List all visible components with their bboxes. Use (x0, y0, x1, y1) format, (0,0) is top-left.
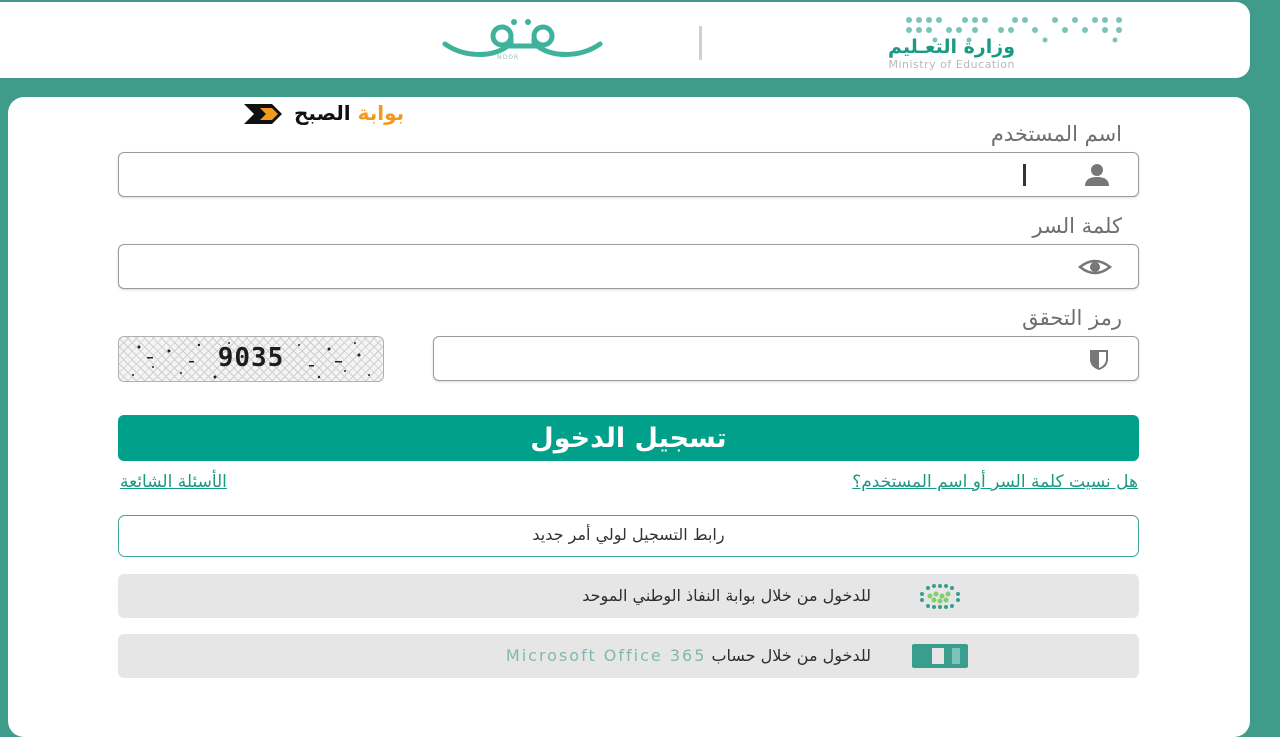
captcha-image: 9035 (118, 336, 384, 382)
header-bar: NOOR وزارة التعـليم Ministry of Educatio… (0, 2, 1250, 78)
office365-login-product: Microsoft Office 365 (505, 646, 707, 665)
office365-login-label: للدخول من خلال حساب Microsoft Office 365 (506, 634, 871, 678)
shield-icon (1090, 350, 1108, 370)
captcha-input[interactable] (444, 343, 1058, 375)
office365-login-prefix: للدخول من خلال حساب (711, 646, 871, 665)
watermark-logo: بوابة الصبح (242, 100, 532, 128)
user-icon (1085, 164, 1109, 186)
nafath-login-label: للدخول من خلال بوابة النفاذ الوطني الموح… (582, 586, 871, 605)
header-divider (699, 26, 702, 60)
noor-logo-icon (442, 19, 603, 57)
office-icon (912, 644, 968, 668)
eye-icon[interactable] (1078, 255, 1112, 279)
parent-registration-button[interactable]: رابط التسجيل لولي أمر جديد (118, 515, 1139, 557)
username-label: اسم المستخدم (990, 122, 1122, 146)
captcha-field[interactable] (433, 336, 1139, 381)
password-field[interactable] (118, 244, 1139, 289)
watermark-text-orange: بوابة (357, 101, 405, 125)
login-button[interactable]: تسجيل الدخول (118, 415, 1139, 461)
office365-login-button[interactable]: للدخول من خلال حساب Microsoft Office 365 (118, 634, 1139, 678)
text-caret (1023, 164, 1026, 186)
nafath-login-button[interactable]: للدخول من خلال بوابة النفاذ الوطني الموح… (118, 574, 1139, 618)
watermark-text-dark: الصبح (294, 101, 351, 125)
captcha-label: رمز التحقق (1022, 306, 1122, 330)
username-input[interactable] (129, 159, 1058, 191)
username-field[interactable] (118, 152, 1139, 197)
ministry-name-english: Ministry of Education (888, 58, 1015, 71)
ministry-name-arabic: وزارة التعـليم (887, 36, 1015, 58)
password-input[interactable] (129, 251, 1058, 283)
noor-caption: NOOR (497, 54, 520, 61)
watermark-text: بوابة الصبح (294, 100, 404, 126)
nafath-logo-icon (920, 584, 960, 609)
faq-link[interactable]: الأسئلة الشائعة (120, 472, 227, 492)
captcha-code: 9035 (217, 343, 285, 373)
forgot-credentials-link[interactable]: هل نسيت كلمة السر أو اسم المستخدم؟ (852, 472, 1138, 492)
watermark-icon (244, 104, 282, 124)
password-label: كلمة السر (1032, 214, 1122, 238)
